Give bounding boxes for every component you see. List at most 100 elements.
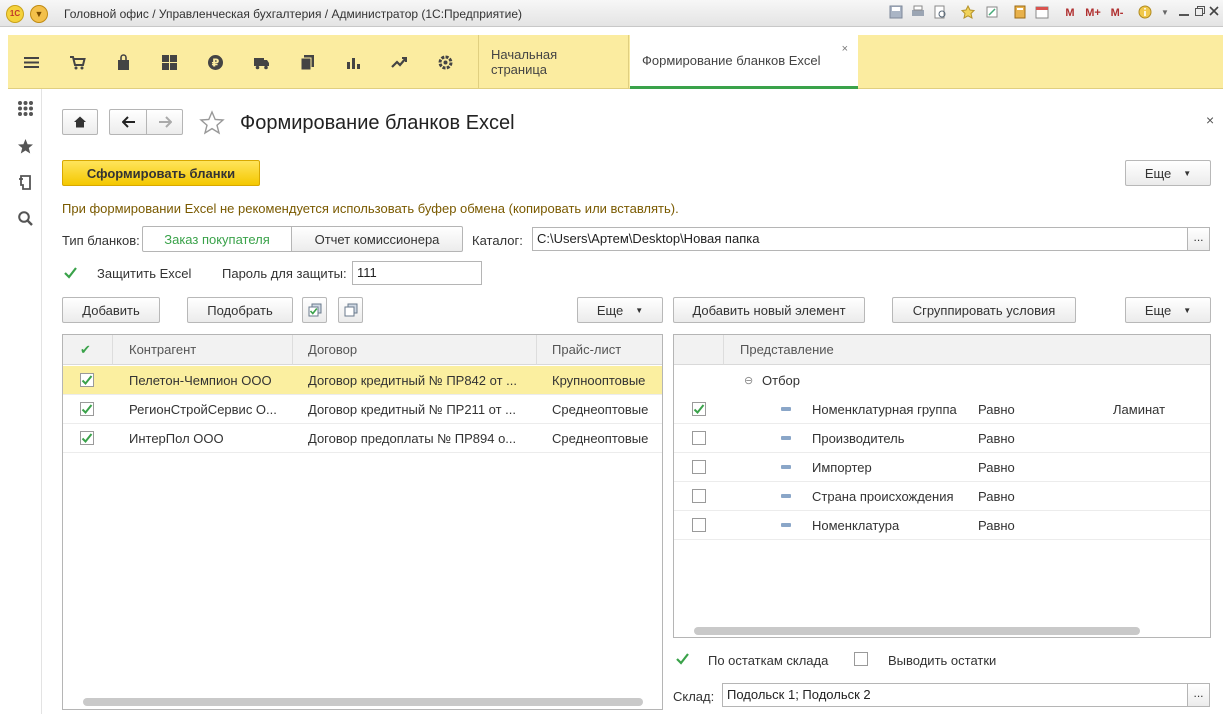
show-stock-checkbox[interactable] bbox=[854, 652, 868, 666]
cell-pricelist: Среднеоптовые bbox=[552, 401, 649, 417]
tab-excel-forms[interactable]: Формирование бланков Excel × bbox=[630, 35, 858, 89]
warehouse-select-button[interactable]: ... bbox=[1187, 683, 1210, 707]
table-row[interactable]: РегионСтройСервис О... Договор кредитный… bbox=[63, 395, 662, 424]
right-more-button[interactable]: Еще ▼ bbox=[1125, 297, 1211, 323]
by-stock-checkbox[interactable] bbox=[675, 651, 690, 666]
star-icon[interactable] bbox=[8, 129, 42, 163]
contractors-table: ✔ Контрагент Договор Прайс-лист Пелетон-… bbox=[62, 334, 663, 710]
cell-contract: Договор кредитный № ПР211 от ... bbox=[308, 401, 517, 417]
filter-checkbox[interactable] bbox=[692, 460, 706, 474]
table-row[interactable]: Пелетон-Чемпион ООО Договор кредитный № … bbox=[63, 366, 662, 395]
close-icon[interactable] bbox=[1206, 5, 1222, 21]
row-checkbox[interactable] bbox=[80, 402, 94, 416]
page-title: Формирование бланков Excel bbox=[240, 112, 515, 134]
form-close-icon[interactable]: × bbox=[1206, 112, 1214, 128]
filter-checkbox[interactable] bbox=[692, 402, 706, 416]
column-header-contractor[interactable]: Контрагент bbox=[113, 335, 293, 365]
search-icon[interactable] bbox=[8, 201, 42, 235]
bar-chart-icon[interactable] bbox=[330, 35, 376, 89]
password-field[interactable]: 111 bbox=[352, 261, 482, 285]
menu-icon[interactable] bbox=[8, 35, 54, 89]
filter-group-label: Отбор bbox=[762, 372, 800, 388]
cart-icon[interactable] bbox=[54, 35, 100, 89]
calendar-icon[interactable] bbox=[1034, 5, 1050, 21]
arrow-right-icon bbox=[158, 116, 172, 128]
memory-m-icon[interactable]: M bbox=[1062, 5, 1078, 21]
truck-icon[interactable] bbox=[238, 35, 284, 89]
filter-row[interactable]: Производитель Равно bbox=[674, 424, 1210, 453]
memory-plus-icon[interactable]: M+ bbox=[1082, 5, 1104, 21]
documents-icon[interactable] bbox=[284, 35, 330, 89]
favorite-add-icon[interactable] bbox=[960, 4, 976, 21]
protect-excel-checkbox[interactable] bbox=[63, 265, 78, 280]
filter-row[interactable]: Номенклатурная группа Равно Ламинат bbox=[674, 395, 1210, 424]
row-checkbox[interactable] bbox=[80, 373, 94, 387]
tab-home-page[interactable]: Начальная страница bbox=[478, 35, 629, 89]
warehouse-field[interactable]: Подольск 1; Подольск 2 bbox=[722, 683, 1188, 707]
back-button[interactable] bbox=[109, 109, 147, 135]
horizontal-scrollbar[interactable] bbox=[83, 698, 643, 706]
column-header-check[interactable]: ✔ bbox=[63, 335, 113, 365]
catalog-field[interactable]: C:\Users\Артем\Desktop\Новая папка bbox=[532, 227, 1188, 251]
home-button[interactable] bbox=[62, 109, 98, 135]
link-icon[interactable] bbox=[984, 5, 1000, 21]
blank-type-commission-report[interactable]: Отчет комиссионера bbox=[291, 226, 463, 252]
warehouse-grid-icon[interactable] bbox=[146, 35, 192, 89]
tab-close-icon[interactable]: × bbox=[842, 43, 848, 55]
horizontal-scrollbar[interactable] bbox=[694, 627, 1140, 635]
filter-group-row[interactable]: ⊖ Отбор bbox=[674, 366, 1210, 395]
blank-type-customer-order[interactable]: Заказ покупателя bbox=[142, 226, 292, 252]
filter-field: Производитель bbox=[812, 430, 905, 446]
ruble-icon[interactable]: ₽ bbox=[192, 35, 238, 89]
left-more-button[interactable]: Еще ▼ bbox=[577, 297, 663, 323]
form-more-button[interactable]: Еще ▼ bbox=[1125, 160, 1211, 186]
print-preview-icon[interactable] bbox=[932, 5, 948, 21]
minimize-icon[interactable] bbox=[1176, 5, 1192, 21]
check-all-button[interactable] bbox=[302, 297, 327, 323]
memory-minus-icon[interactable]: M- bbox=[1106, 5, 1128, 21]
gear-icon[interactable] bbox=[422, 35, 468, 89]
filter-item-icon bbox=[781, 494, 791, 498]
filter-checkbox[interactable] bbox=[692, 431, 706, 445]
filter-row[interactable]: Номенклатура Равно bbox=[674, 511, 1210, 540]
clipboard-warning: При формировании Excel не рекомендуется … bbox=[62, 201, 679, 216]
favorite-star-icon[interactable] bbox=[199, 110, 225, 136]
column-header-pricelist[interactable]: Прайс-лист bbox=[537, 335, 662, 365]
checkmark-icon bbox=[81, 375, 93, 385]
filter-checkbox[interactable] bbox=[692, 489, 706, 503]
main-menu-dropdown-icon[interactable]: ▼ bbox=[30, 5, 48, 23]
window-title-bar: 1С ▼ Головной офис / Управленческая бухг… bbox=[0, 0, 1223, 27]
group-conditions-button[interactable]: Сгруппировать условия bbox=[892, 297, 1076, 323]
history-list-icon[interactable] bbox=[8, 165, 42, 199]
trend-icon[interactable] bbox=[376, 35, 422, 89]
shopping-bag-icon[interactable] bbox=[100, 35, 146, 89]
print-icon[interactable] bbox=[910, 5, 926, 21]
add-new-element-button[interactable]: Добавить новый элемент bbox=[673, 297, 865, 323]
check-all-icon bbox=[308, 303, 321, 317]
info-icon[interactable] bbox=[1137, 5, 1153, 21]
info-dropdown-icon[interactable]: ▼ bbox=[1157, 5, 1173, 21]
add-button[interactable]: Добавить bbox=[62, 297, 160, 323]
table-row[interactable]: ИнтерПол ООО Договор предоплаты № ПР894 … bbox=[63, 424, 662, 453]
generate-forms-button[interactable]: Сформировать бланки bbox=[62, 160, 260, 186]
filter-checkbox[interactable] bbox=[692, 518, 706, 532]
cell-contract: Договор кредитный № ПР842 от ... bbox=[308, 372, 517, 388]
row-checkbox[interactable] bbox=[80, 431, 94, 445]
catalog-select-button[interactable]: ... bbox=[1187, 227, 1210, 251]
calculator-icon[interactable] bbox=[1012, 5, 1028, 21]
svg-text:₽: ₽ bbox=[211, 56, 219, 69]
checkmark-icon bbox=[81, 404, 93, 414]
uncheck-all-button[interactable] bbox=[338, 297, 363, 323]
column-header-contract[interactable]: Договор bbox=[293, 335, 537, 365]
pick-button[interactable]: Подобрать bbox=[187, 297, 293, 323]
collapse-icon[interactable]: ⊖ bbox=[744, 366, 753, 394]
apps-grid-icon[interactable] bbox=[8, 91, 42, 125]
column-header-representation[interactable]: Представление bbox=[724, 335, 1210, 365]
filter-row[interactable]: Страна происхождения Равно bbox=[674, 482, 1210, 511]
checkmark-icon bbox=[64, 267, 77, 279]
forward-button[interactable] bbox=[146, 109, 183, 135]
column-header-use[interactable] bbox=[674, 335, 724, 365]
filter-row[interactable]: Импортер Равно bbox=[674, 453, 1210, 482]
save-icon[interactable] bbox=[888, 5, 904, 21]
chevron-down-icon: ▼ bbox=[1183, 168, 1192, 178]
